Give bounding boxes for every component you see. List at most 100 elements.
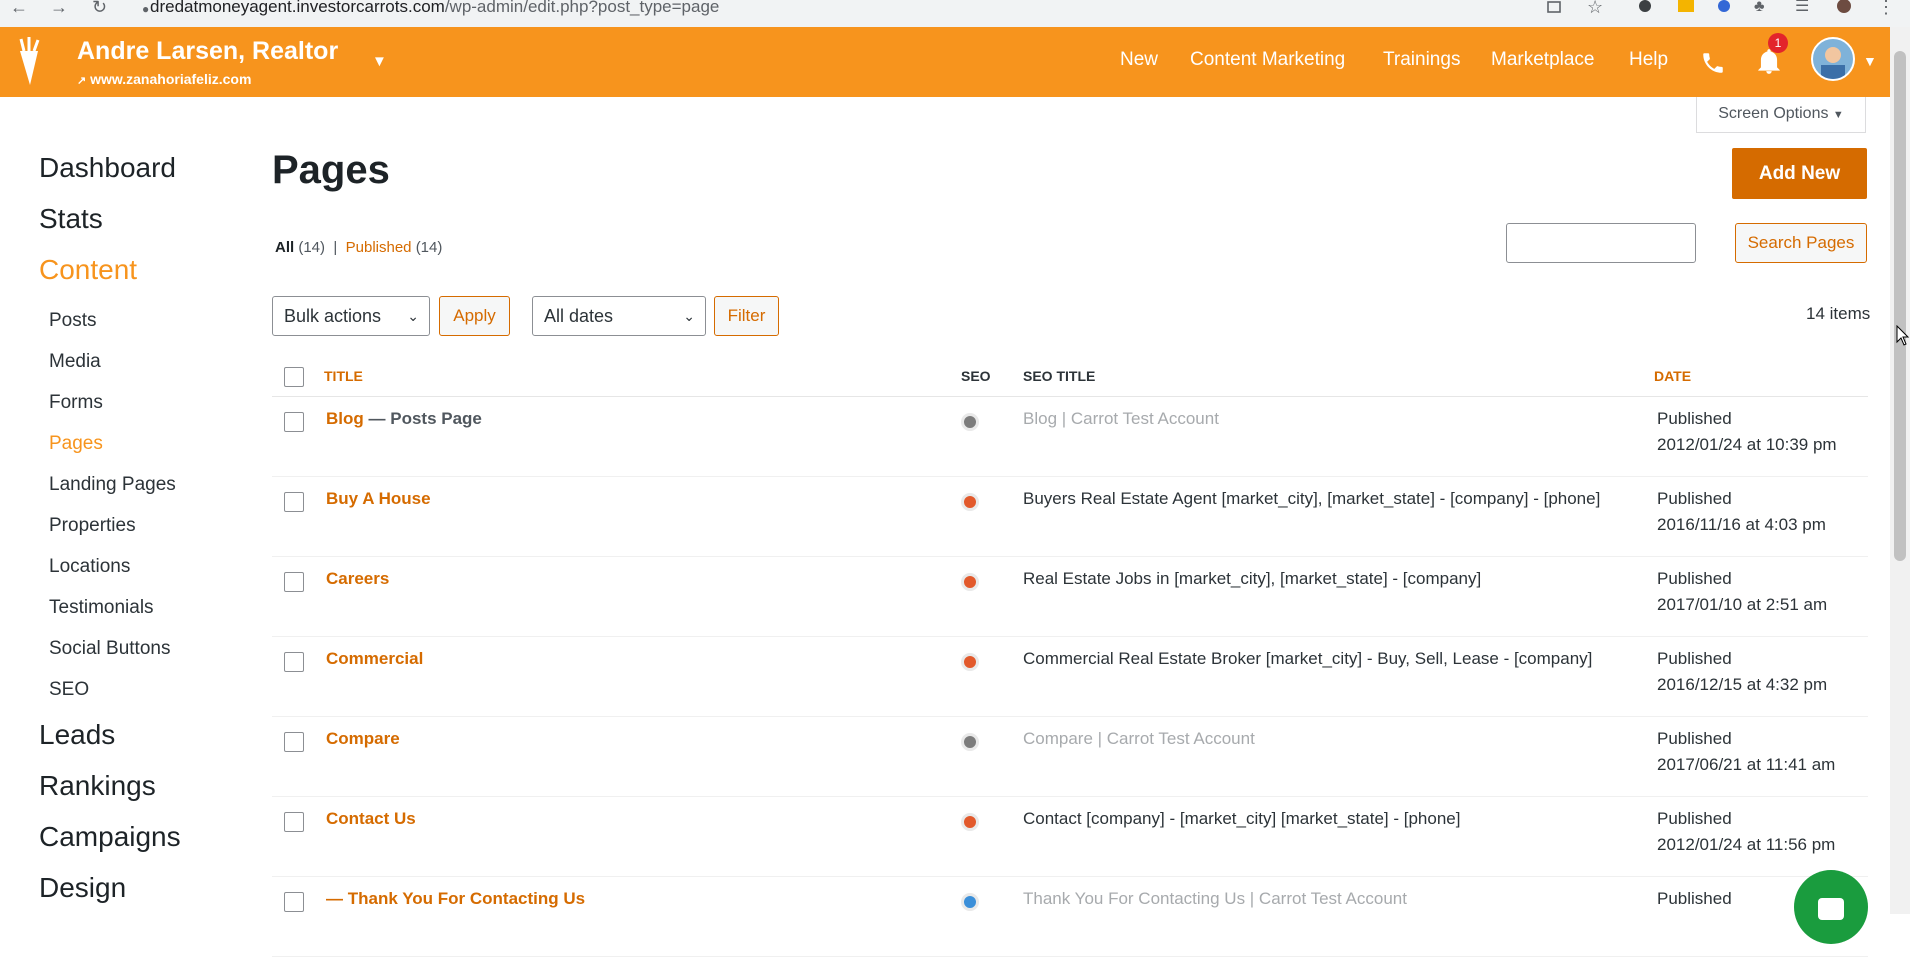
extension-icon[interactable] (1676, 0, 1696, 14)
publish-date: 2017/01/10 at 2:51 am (1657, 595, 1828, 614)
nav-trainings[interactable]: Trainings (1383, 49, 1460, 71)
site-url[interactable]: ↗ www.zanahoriafeliz.com (77, 71, 251, 87)
top-navigation: Andre Larsen, Realtor ↗ www.zanahoriafel… (0, 27, 1890, 97)
screen-options-label: Screen Options (1718, 105, 1829, 122)
date-filter-value: All dates (544, 306, 614, 326)
seo-title-text: Blog | Carrot Test Account (1023, 409, 1219, 428)
page-title-text[interactable]: Careers (326, 569, 389, 588)
address-bar[interactable]: dredatmoneyagent.investorcarrots.com/wp-… (150, 0, 719, 17)
extension-icon[interactable] (1636, 0, 1656, 14)
row-checkbox[interactable] (284, 412, 304, 432)
filter-published-link[interactable]: Published (346, 239, 412, 256)
sidebar-item-locations[interactable]: Locations (49, 556, 130, 578)
page-title-text[interactable]: Blog (326, 409, 364, 428)
forward-icon[interactable]: → (50, 0, 68, 20)
sidebar-item-posts[interactable]: Posts (49, 310, 97, 332)
sidebar-item-media[interactable]: Media (49, 351, 101, 373)
page-title-text[interactable]: Contact Us (326, 809, 416, 828)
playlist-icon[interactable]: ☰ (1795, 0, 1809, 20)
back-icon[interactable]: ← (10, 0, 28, 20)
scrollbar[interactable] (1890, 27, 1910, 914)
column-date[interactable]: DATE (1654, 368, 1691, 384)
sidebar-item-stats[interactable]: Stats (39, 203, 103, 235)
page-title-link[interactable]: Contact Us (326, 809, 416, 829)
star-icon[interactable]: ☆ (1587, 0, 1603, 20)
search-input[interactable] (1506, 223, 1696, 263)
puzzle-icon[interactable]: ♣ (1754, 0, 1765, 20)
sidebar: Dashboard Stats Content Posts Media Form… (0, 97, 250, 914)
site-name[interactable]: Andre Larsen, Realtor (77, 37, 338, 66)
page-title-link[interactable]: Commercial (326, 649, 423, 669)
extension-icon[interactable] (1715, 0, 1735, 14)
page-title-text[interactable]: Commercial (326, 649, 423, 668)
nav-marketplace[interactable]: Marketplace (1491, 49, 1595, 71)
screen-options-button[interactable]: Screen Options ▼ (1696, 97, 1866, 133)
chat-button[interactable] (1794, 870, 1868, 944)
page-title-link[interactable]: Careers (326, 569, 389, 589)
page-title-text[interactable]: Buy A House (326, 489, 431, 508)
date-filter-select[interactable]: All dates ⌄ (532, 296, 706, 336)
page-title-link[interactable]: Blog — Posts Page (326, 409, 482, 429)
filter-all-link[interactable]: All (275, 239, 294, 256)
sidebar-item-landing-pages[interactable]: Landing Pages (49, 474, 176, 496)
row-checkbox[interactable] (284, 732, 304, 752)
nav-new[interactable]: New (1120, 49, 1158, 71)
filter-all-count: (14) (298, 239, 326, 256)
search-pages-button[interactable]: Search Pages (1735, 223, 1867, 263)
column-seo: SEO (961, 368, 991, 384)
sidebar-item-pages[interactable]: Pages (49, 433, 103, 455)
row-checkbox[interactable] (284, 572, 304, 592)
sidebar-item-content[interactable]: Content (39, 254, 137, 286)
select-all-checkbox[interactable] (284, 367, 304, 387)
publish-status: Published (1657, 649, 1732, 668)
page-title-text[interactable]: Compare (326, 729, 400, 748)
table-header: TITLE SEO SEO TITLE DATE (272, 354, 1868, 397)
sidebar-item-testimonials[interactable]: Testimonials (49, 597, 154, 619)
sidebar-item-forms[interactable]: Forms (49, 392, 103, 414)
page-title-link[interactable]: — Thank You For Contacting Us (326, 889, 585, 909)
row-checkbox[interactable] (284, 492, 304, 512)
publish-status: Published (1657, 809, 1732, 828)
page-state: — Posts Page (363, 409, 482, 428)
sidebar-item-dashboard[interactable]: Dashboard (39, 152, 176, 184)
table-row: — Thank You For Contacting Us Thank You F… (272, 876, 1868, 957)
nav-help[interactable]: Help (1629, 49, 1668, 71)
filter-button[interactable]: Filter (714, 296, 779, 336)
sidebar-item-leads[interactable]: Leads (39, 719, 115, 751)
sidebar-item-social-buttons[interactable]: Social Buttons (49, 638, 170, 660)
scrollbar-thumb[interactable] (1894, 51, 1906, 561)
row-checkbox[interactable] (284, 892, 304, 912)
publish-status: Published (1657, 889, 1732, 908)
page-title-link[interactable]: Buy A House (326, 489, 431, 509)
sidebar-item-design[interactable]: Design (39, 872, 126, 904)
sidebar-item-seo[interactable]: SEO (49, 679, 89, 701)
site-url-text: www.zanahoriafeliz.com (90, 71, 252, 87)
reload-icon[interactable]: ↻ (92, 0, 107, 20)
nav-content-marketing[interactable]: Content Marketing (1190, 49, 1345, 71)
column-title[interactable]: TITLE (324, 368, 363, 384)
chat-icon (1818, 898, 1844, 920)
notification-badge: 1 (1768, 33, 1788, 53)
seo-status-indicator (961, 813, 979, 831)
menu-icon[interactable]: ⋮ (1877, 0, 1895, 20)
page-title-text[interactable]: — Thank You For Contacting Us (326, 889, 585, 908)
add-new-button[interactable]: Add New (1732, 148, 1867, 199)
publish-date: 2012/01/24 at 10:39 pm (1657, 435, 1837, 454)
row-checkbox[interactable] (284, 812, 304, 832)
filter-separator: | (333, 239, 338, 256)
sidebar-item-campaigns[interactable]: Campaigns (39, 821, 181, 853)
apply-button[interactable]: Apply (439, 296, 510, 336)
page-title-link[interactable]: Compare (326, 729, 400, 749)
chevron-down-icon[interactable]: ▼ (372, 53, 387, 70)
phone-icon[interactable] (1700, 50, 1726, 76)
carrot-logo-icon[interactable] (12, 37, 46, 87)
avatar[interactable] (1811, 37, 1855, 81)
publish-date: 2016/12/15 at 4:32 pm (1657, 675, 1828, 694)
share-icon[interactable] (1545, 0, 1565, 14)
profile-icon[interactable] (1834, 0, 1854, 14)
bulk-actions-select[interactable]: Bulk actions ⌄ (272, 296, 430, 336)
sidebar-item-rankings[interactable]: Rankings (39, 770, 156, 802)
sidebar-item-properties[interactable]: Properties (49, 515, 136, 537)
chevron-down-icon[interactable]: ▼ (1863, 53, 1877, 69)
row-checkbox[interactable] (284, 652, 304, 672)
